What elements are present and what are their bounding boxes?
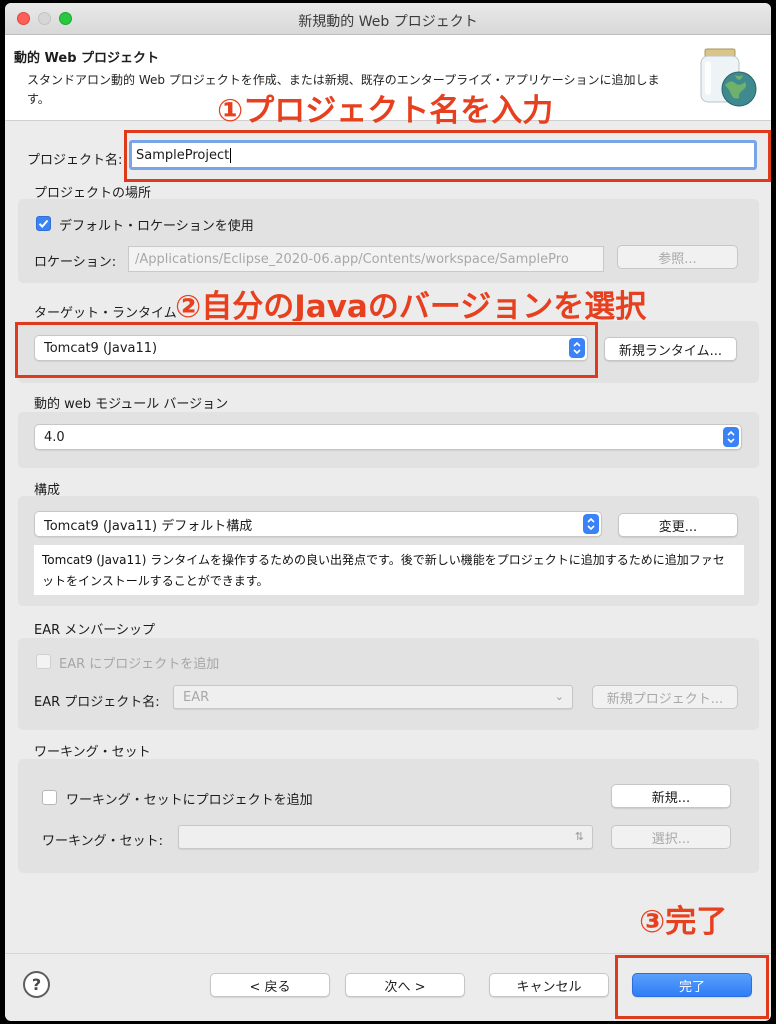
cancel-button[interactable]: キャンセル (489, 973, 609, 997)
location-label: ロケーション: (34, 255, 117, 270)
add-to-working-set-label: ワーキング・セットにプロジェクトを追加 (66, 793, 313, 808)
highlight-target-runtime (15, 322, 598, 378)
location-input[interactable]: /Applications/Eclipse_2020-06.app/Conten… (128, 246, 604, 272)
ear-membership-group (18, 638, 759, 730)
working-set-group-label: ワーキング・セット (34, 745, 151, 760)
use-default-location-checkbox[interactable] (36, 216, 51, 231)
window-title: 新規動的 Web プロジェクト (298, 14, 478, 30)
use-default-location-label: デフォルト・ロケーションを使用 (59, 219, 254, 234)
configuration-value: Tomcat9 (Java11) デフォルト構成 (44, 518, 253, 534)
annotation-step3: ③完了 (639, 904, 728, 940)
next-button[interactable]: 次へ > (345, 973, 465, 997)
modify-configuration-button[interactable]: 変更... (618, 513, 738, 537)
help-icon[interactable]: ? (23, 971, 50, 998)
title-bar: 新規動的 Web プロジェクト (5, 3, 771, 35)
ear-membership-label: EAR メンバーシップ (34, 623, 156, 638)
project-name-label: プロジェクト名: (27, 153, 123, 168)
target-runtime-label: ターゲット・ランタイム (34, 306, 177, 321)
configuration-select[interactable]: Tomcat9 (Java11) デフォルト構成 (34, 511, 602, 537)
chevron-up-down-icon (723, 427, 739, 447)
new-runtime-button[interactable]: 新規ランタイム... (604, 337, 737, 361)
working-set-group (18, 759, 759, 873)
working-set-select[interactable]: ⇅ (178, 825, 593, 849)
location-value: /Applications/Eclipse_2020-06.app/Conten… (135, 251, 569, 267)
checkmark-icon (38, 219, 49, 228)
configuration-description: Tomcat9 (Java11) ランタイムを操作するための良い出発点です。後で… (34, 545, 744, 595)
add-to-working-set-checkbox[interactable] (42, 790, 57, 805)
chevron-down-icon: ⌄ (554, 690, 564, 703)
ear-project-name-value: EAR (183, 689, 210, 705)
new-dynamic-web-project-dialog: 新規動的 Web プロジェクト 動的 Web プロジェクト スタンドアロン動的 … (5, 3, 771, 1021)
module-version-label: 動的 web モジュール バージョン (34, 397, 229, 412)
back-button[interactable]: < 戻る (210, 973, 330, 997)
annotation-step1: ①プロジェクト名を入力 (217, 93, 554, 129)
annotation-step2: ②自分のJavaのバージョンを選択 (175, 289, 647, 325)
working-set-label: ワーキング・セット: (42, 834, 163, 849)
new-working-set-button[interactable]: 新規... (611, 784, 731, 808)
highlight-finish (615, 955, 769, 1019)
chevron-up-down-icon: ⇅ (574, 830, 584, 843)
highlight-project-name (124, 130, 771, 182)
web-project-jar-globe-icon (700, 48, 757, 107)
footer-divider (5, 953, 771, 954)
browse-button[interactable]: 参照... (617, 245, 738, 269)
new-ear-project-button[interactable]: 新規プロジェクト... (592, 685, 738, 709)
header-title: 動的 Web プロジェクト (14, 51, 160, 66)
ear-project-name-label: EAR プロジェクト名: (34, 695, 160, 710)
add-to-ear-label: EAR にプロジェクトを追加 (59, 657, 220, 672)
chevron-up-down-icon (583, 514, 599, 534)
module-version-select[interactable]: 4.0 (34, 424, 742, 450)
select-working-set-button[interactable]: 選択... (611, 825, 731, 849)
add-to-ear-checkbox[interactable] (36, 654, 51, 669)
module-version-value: 4.0 (44, 429, 65, 445)
ear-project-name-select[interactable]: EAR ⌄ (173, 685, 573, 709)
